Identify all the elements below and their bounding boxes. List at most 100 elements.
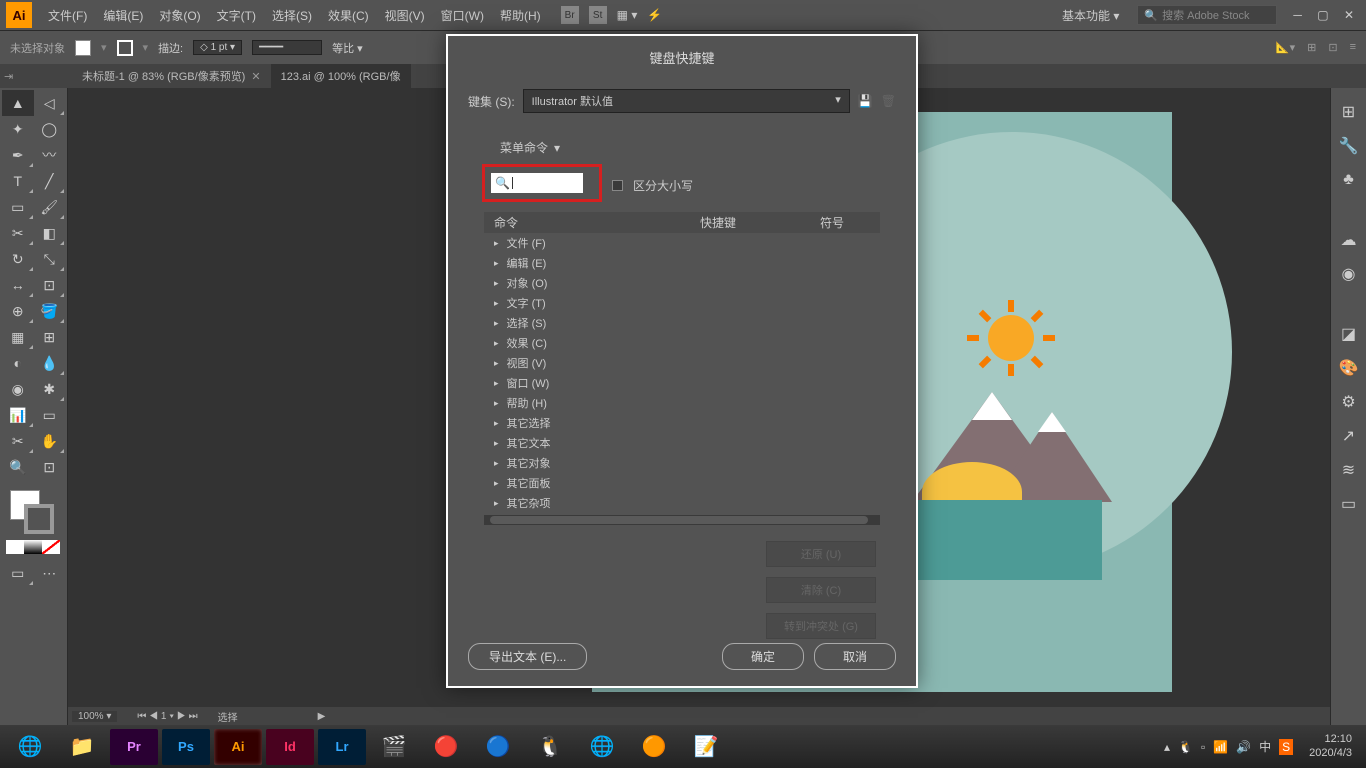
photoshop-task-icon[interactable]: Ps	[162, 729, 210, 765]
none-mode-icon[interactable]	[42, 540, 60, 554]
align-icon[interactable]: 📐▾	[1276, 41, 1295, 54]
layers-panel-icon[interactable]: ≋	[1339, 460, 1359, 480]
case-sensitive-checkbox[interactable]	[612, 180, 623, 191]
command-row[interactable]: ▸窗口 (W)	[484, 373, 880, 393]
fill-swatch[interactable]	[75, 40, 91, 56]
libraries-panel-icon[interactable]: 🔧	[1339, 136, 1359, 156]
type-tool[interactable]: T	[2, 168, 34, 194]
print-tiling-tool[interactable]: ⊡	[34, 454, 66, 480]
width-tool[interactable]: ↔	[2, 272, 34, 298]
stroke-weight[interactable]: ◇ 1 pt ▾	[193, 40, 242, 55]
document-tab-1[interactable]: 未标题-1 @ 83% (RGB/像素预览)✕	[72, 64, 271, 88]
minimize-button[interactable]: ─	[1287, 8, 1308, 22]
menu-view[interactable]: 视图(V)	[377, 7, 433, 24]
gpu-icon[interactable]: ⚡	[647, 8, 662, 22]
magic-wand-tool[interactable]: ✦	[2, 116, 34, 142]
swatches-panel-icon[interactable]: ◪	[1339, 324, 1359, 344]
tray-sogou-icon[interactable]: S	[1279, 739, 1293, 755]
tray-app-icon[interactable]: ▫	[1201, 740, 1205, 754]
search-input[interactable]: 🔍	[491, 173, 583, 193]
line-tool[interactable]: ╱	[34, 168, 66, 194]
indesign-task-icon[interactable]: Id	[266, 729, 314, 765]
curvature-tool[interactable]: 〰	[34, 142, 66, 168]
command-row[interactable]: ▸对象 (O)	[484, 273, 880, 293]
browser-task-icon[interactable]: 🌐	[6, 729, 54, 765]
symbols-panel-icon[interactable]: ⚙	[1339, 392, 1359, 412]
shape-builder-tool[interactable]: ⊕	[2, 298, 34, 324]
free-transform-tool[interactable]: ⊡	[34, 272, 66, 298]
horizontal-scrollbar[interactable]	[484, 515, 880, 525]
command-row[interactable]: ▸编辑 (E)	[484, 253, 880, 273]
tray-up-icon[interactable]: ▴	[1164, 740, 1170, 754]
cloud-panel-icon[interactable]: ☁	[1339, 230, 1359, 250]
workspace-selector[interactable]: 基本功能 ▾	[1054, 5, 1127, 26]
command-row[interactable]: ▸其它面板	[484, 473, 880, 493]
artboards-panel-icon[interactable]: ▭	[1339, 494, 1359, 514]
zoom-level[interactable]: 100% ▾	[72, 711, 117, 722]
tray-ime-icon[interactable]: 中	[1259, 738, 1271, 755]
chrome-task-icon[interactable]: 🌐	[578, 729, 626, 765]
ok-button[interactable]: 确定	[722, 643, 804, 670]
tray-qq-icon[interactable]: 🐧	[1178, 740, 1193, 754]
tray-network-icon[interactable]: 📶	[1213, 740, 1228, 754]
perspective-tool[interactable]: ▦	[2, 324, 34, 350]
close-button[interactable]: ✕	[1338, 8, 1360, 22]
app-task-icon[interactable]: 🎬	[370, 729, 418, 765]
hand-tool[interactable]: ✋	[34, 428, 66, 454]
app-task-icon[interactable]: 🔴	[422, 729, 470, 765]
export-text-button[interactable]: 导出文本 (E)...	[468, 643, 587, 670]
document-tab-2[interactable]: 123.ai @ 100% (RGB/像	[271, 64, 411, 88]
menu-help[interactable]: 帮助(H)	[492, 7, 549, 24]
qq-task-icon[interactable]: 🐧	[526, 729, 574, 765]
uniform-label[interactable]: 等比 ▾	[332, 40, 363, 56]
command-row[interactable]: ▸其它文本	[484, 433, 880, 453]
live-paint-tool[interactable]: 🪣	[34, 298, 66, 324]
stock-icon[interactable]: St	[589, 6, 607, 24]
command-row[interactable]: ▸选择 (S)	[484, 313, 880, 333]
fill-stroke-swatches[interactable]	[2, 486, 65, 536]
edit-toolbar[interactable]: ⋯	[34, 560, 66, 586]
gradient-tool[interactable]: ◐	[2, 350, 34, 376]
cancel-button[interactable]: 取消	[814, 643, 896, 670]
gradient-mode-icon[interactable]	[24, 540, 42, 554]
explorer-task-icon[interactable]: 📁	[58, 729, 106, 765]
brush-selector[interactable]: ━━━━	[252, 40, 322, 55]
clock[interactable]: 12:10 2020/4/3	[1301, 733, 1360, 759]
scrollbar-arrow-icon[interactable]: ▶	[318, 711, 326, 722]
menu-effect[interactable]: 效果(C)	[320, 7, 377, 24]
symbol-sprayer-tool[interactable]: ✱	[34, 376, 66, 402]
command-row[interactable]: ▸文件 (F)	[484, 233, 880, 253]
eyedropper-tool[interactable]: 💧	[34, 350, 66, 376]
command-row[interactable]: ▸其它选择	[484, 413, 880, 433]
tab-toggle-icon[interactable]: ⇥	[4, 70, 13, 83]
scale-tool[interactable]: ⤡	[34, 246, 66, 272]
mesh-tool[interactable]: ⊞	[34, 324, 66, 350]
arrange-icon[interactable]: ▦ ▾	[617, 8, 638, 22]
screen-mode-tool[interactable]: ▭	[2, 560, 34, 586]
paintbrush-tool[interactable]: 🖌	[34, 194, 66, 220]
shortcut-type-selector[interactable]: 菜单命令 ▾	[490, 137, 896, 158]
shaper-tool[interactable]: ✂	[2, 220, 34, 246]
export-panel-icon[interactable]: ↗	[1339, 426, 1359, 446]
command-row[interactable]: ▸其它杂项	[484, 493, 880, 513]
delete-set-icon[interactable]: 🗑	[881, 94, 896, 108]
lightroom-task-icon[interactable]: Lr	[318, 729, 366, 765]
menu-edit[interactable]: 编辑(E)	[95, 7, 151, 24]
menu-select[interactable]: 选择(S)	[264, 7, 320, 24]
panel-menu-icon[interactable]: ≡	[1350, 41, 1356, 54]
menu-window[interactable]: 窗口(W)	[433, 7, 492, 24]
command-row[interactable]: ▸其它对象	[484, 453, 880, 473]
pen-tool[interactable]: ✒	[2, 142, 34, 168]
slice-tool[interactable]: ✂	[2, 428, 34, 454]
tray-speaker-icon[interactable]: 🔊	[1236, 740, 1251, 754]
illustrator-task-icon[interactable]: Ai	[214, 729, 262, 765]
rotate-tool[interactable]: ↻	[2, 246, 34, 272]
color-panel-icon[interactable]: ◉	[1339, 264, 1359, 284]
menu-file[interactable]: 文件(F)	[40, 7, 95, 24]
artboard-tool[interactable]: ▭	[34, 402, 66, 428]
stock-search[interactable]: 🔍 搜索 Adobe Stock	[1137, 5, 1277, 25]
maximize-button[interactable]: ▢	[1311, 8, 1334, 22]
zoom-tool[interactable]: 🔍	[2, 454, 34, 480]
close-icon[interactable]: ✕	[251, 70, 260, 83]
blend-tool[interactable]: ◉	[2, 376, 34, 402]
